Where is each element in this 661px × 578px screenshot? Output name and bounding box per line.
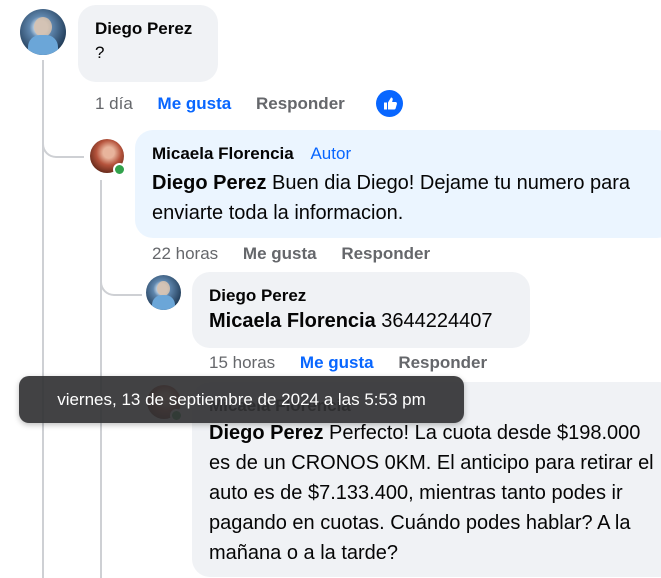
comment-time[interactable]: 22 horas [152, 244, 218, 264]
reply-button[interactable]: Responder [398, 353, 487, 373]
mention-link[interactable]: Diego Perez [152, 172, 266, 194]
timestamp-tooltip: viernes, 13 de septiembre de 2024 a las … [19, 376, 464, 423]
comment-text: Diego Perez Perfecto! La cuota desde $19… [209, 418, 661, 568]
like-button[interactable]: Me gusta [158, 94, 232, 114]
online-status-dot [113, 163, 126, 176]
author-badge: Autor [310, 144, 352, 163]
comment-author[interactable]: Micaela Florencia [152, 144, 294, 163]
mention-link[interactable]: Micaela Florencia [209, 310, 376, 332]
comment-time[interactable]: 15 horas [209, 353, 275, 373]
comment-actions: 15 horas Me gusta Responder [209, 353, 507, 373]
thread-line-curve-1 [42, 120, 84, 158]
comment-body: 3644224407 [375, 310, 493, 332]
thread-line-curve-2 [100, 260, 142, 296]
avatar[interactable] [20, 9, 66, 55]
like-button[interactable]: Me gusta [243, 244, 317, 264]
comment-bubble: Micaela Florencia Autor Diego Perez Buen… [135, 130, 661, 238]
avatar[interactable] [146, 275, 181, 310]
comment-actions: 22 horas Me gusta Responder [152, 244, 450, 264]
mention-link[interactable]: Diego Perez [209, 422, 323, 444]
comment-time[interactable]: 1 día [95, 94, 133, 114]
thumbs-up-icon[interactable] [376, 90, 403, 117]
comment-bubble: Diego Perez ? [78, 5, 218, 82]
comment-bubble: Diego Perez Micaela Florencia 3644224407 [192, 272, 530, 348]
like-button[interactable]: Me gusta [300, 353, 374, 373]
reply-button[interactable]: Responder [341, 244, 430, 264]
comment-text: Diego Perez Buen dia Diego! Dejame tu nu… [152, 168, 652, 228]
comment-author[interactable]: Diego Perez [95, 19, 201, 39]
comment-text: ? [95, 43, 105, 62]
comment-text: Micaela Florencia 3644224407 [209, 310, 513, 333]
reply-button[interactable]: Responder [256, 94, 345, 114]
comment-actions: 1 día Me gusta Responder [95, 94, 365, 114]
comment-author[interactable]: Diego Perez [209, 286, 513, 306]
